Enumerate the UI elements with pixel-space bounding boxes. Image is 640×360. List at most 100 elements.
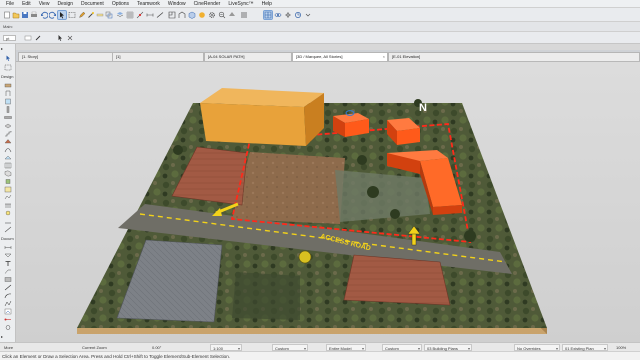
arc-tool-icon[interactable] bbox=[4, 292, 12, 299]
more-label: ▸ bbox=[1, 334, 4, 339]
pencil-icon[interactable] bbox=[78, 11, 86, 19]
redo-icon[interactable] bbox=[49, 11, 57, 19]
shell-tool-icon[interactable] bbox=[4, 146, 12, 153]
zoom-field[interactable]: Current Zoom bbox=[80, 344, 107, 351]
3d-viewport[interactable]: ACCESS ROAD N bbox=[16, 62, 640, 342]
object-tool-icon[interactable] bbox=[4, 178, 12, 185]
snap-icon[interactable] bbox=[136, 11, 144, 19]
tab-elevation[interactable]: [E-01 Elevation] bbox=[388, 52, 640, 61]
stair2-tool-icon[interactable] bbox=[4, 226, 12, 233]
more-button[interactable]: More bbox=[2, 344, 16, 351]
magic-wand-icon[interactable] bbox=[87, 11, 95, 19]
render-icon[interactable] bbox=[198, 11, 206, 19]
window-tool-icon[interactable] bbox=[4, 98, 12, 105]
grid-snap-icon[interactable] bbox=[263, 10, 273, 20]
save-icon[interactable] bbox=[21, 11, 29, 19]
tab-solar-path[interactable]: [A-04 SOLAR PATH] bbox=[204, 52, 292, 61]
scale-dropdown[interactable]: 1:100 bbox=[210, 344, 242, 352]
grid-icon[interactable] bbox=[126, 11, 134, 19]
label-tool-icon[interactable] bbox=[4, 268, 12, 275]
explore-icon[interactable] bbox=[284, 11, 292, 19]
menu-cinerender[interactable]: CineRender bbox=[190, 0, 225, 8]
menu-teamwork[interactable]: Teamwork bbox=[133, 0, 164, 8]
dimension-tool-icon[interactable] bbox=[4, 244, 12, 251]
menu-design[interactable]: Design bbox=[53, 0, 77, 8]
measure-icon[interactable] bbox=[96, 11, 104, 19]
pen-set-icon[interactable] bbox=[240, 11, 248, 19]
undo-icon[interactable] bbox=[40, 11, 48, 19]
wall-tool-icon[interactable] bbox=[4, 82, 12, 89]
menu-edit[interactable]: Edit bbox=[18, 0, 35, 8]
text-tool-icon[interactable] bbox=[4, 260, 12, 267]
trace-icon[interactable] bbox=[105, 11, 113, 19]
3d-window-icon[interactable] bbox=[188, 11, 196, 19]
section-icon[interactable] bbox=[178, 11, 186, 19]
column-tool-icon[interactable] bbox=[4, 106, 12, 113]
slab-tool-icon[interactable] bbox=[4, 122, 12, 129]
pen-set-dropdown[interactable]: Custom bbox=[382, 344, 422, 352]
fill-tool-icon[interactable] bbox=[4, 276, 12, 283]
marquee-select-tool-icon[interactable] bbox=[4, 64, 12, 71]
pen-color-icon[interactable] bbox=[34, 34, 42, 42]
menu-window[interactable]: Window bbox=[164, 0, 190, 8]
curtain-wall-tool-icon[interactable] bbox=[4, 162, 12, 169]
graphic-override-dropdown[interactable]: No Overrides bbox=[514, 344, 560, 352]
skylight-tool-icon[interactable] bbox=[4, 154, 12, 161]
roof-tool-icon[interactable] bbox=[4, 138, 12, 145]
morph-tool-icon[interactable] bbox=[4, 170, 12, 177]
section-tool-icon[interactable] bbox=[4, 316, 12, 323]
mesh-tool-icon[interactable] bbox=[4, 194, 12, 201]
fill-icon[interactable] bbox=[228, 11, 236, 19]
menu-options[interactable]: Options bbox=[108, 0, 133, 8]
layer-dropdown-icon[interactable] bbox=[24, 34, 32, 42]
lamp-tool-icon[interactable] bbox=[4, 210, 12, 217]
proposed-building-small bbox=[333, 113, 369, 137]
print-icon[interactable] bbox=[30, 11, 38, 19]
level-dimension-tool-icon[interactable] bbox=[4, 252, 12, 259]
menu-file[interactable]: File bbox=[2, 0, 18, 8]
orbit-icon[interactable] bbox=[274, 11, 282, 19]
line-tool-icon[interactable] bbox=[4, 284, 12, 291]
angle-field[interactable]: 0.00° bbox=[150, 344, 161, 351]
railing-tool-icon[interactable] bbox=[4, 202, 12, 209]
site-model-3d[interactable]: ACCESS ROAD N bbox=[16, 62, 640, 342]
menu-livesync-[interactable]: LiveSync™ bbox=[224, 0, 257, 8]
dimension-icon[interactable] bbox=[146, 11, 154, 19]
layer-combination-dropdown[interactable]: Custom bbox=[272, 344, 308, 352]
model-view-options-dropdown[interactable]: 03 Building Plans bbox=[424, 344, 472, 352]
menu-document[interactable]: Document bbox=[77, 0, 108, 8]
settings-icon[interactable] bbox=[208, 11, 216, 19]
elevation-tool-icon[interactable] bbox=[4, 324, 12, 331]
select-arrow-tool-icon[interactable] bbox=[4, 55, 12, 62]
beam-tool-icon[interactable] bbox=[4, 114, 12, 121]
zone-tool-icon[interactable] bbox=[4, 186, 12, 193]
fit-window-icon[interactable] bbox=[294, 11, 302, 19]
door-tool-icon[interactable] bbox=[4, 90, 12, 97]
polyline-tool-icon[interactable] bbox=[4, 300, 12, 307]
close-tab-icon[interactable]: × bbox=[383, 53, 385, 61]
info-box-field[interactable]: pt bbox=[3, 35, 17, 41]
marquee-tool-icon[interactable] bbox=[68, 11, 76, 19]
drawing-tool-icon[interactable] bbox=[4, 308, 12, 315]
more-options-icon[interactable] bbox=[304, 11, 312, 19]
menu-help[interactable]: Help bbox=[258, 0, 276, 8]
tab-1[interactable]: [1] bbox=[112, 52, 204, 61]
open-folder-icon[interactable] bbox=[12, 11, 20, 19]
info-box-bar: pt bbox=[0, 32, 640, 44]
arrow-cursor-icon[interactable] bbox=[56, 34, 64, 42]
tab-story[interactable]: [1. Story] bbox=[18, 52, 118, 61]
railing2-tool-icon[interactable] bbox=[4, 218, 12, 225]
site-slab-front-face bbox=[77, 328, 547, 334]
zoom-out-icon[interactable] bbox=[218, 11, 226, 19]
renovation-filter-dropdown[interactable]: 01 Existing Plan bbox=[562, 344, 608, 352]
model-view-dropdown[interactable]: Entire Model bbox=[326, 344, 366, 352]
new-file-icon[interactable] bbox=[3, 11, 11, 19]
tab-3d-marquee[interactable]: [3D / Marquee, All Stories] × bbox=[292, 52, 388, 61]
arrow-tool-icon[interactable] bbox=[57, 10, 67, 20]
cross-icon[interactable] bbox=[66, 34, 74, 42]
stair-tool-icon[interactable] bbox=[4, 130, 12, 137]
floor-plan-icon[interactable] bbox=[168, 11, 176, 19]
line-icon[interactable] bbox=[156, 11, 164, 19]
layers-icon[interactable] bbox=[116, 11, 124, 19]
menu-view[interactable]: View bbox=[35, 0, 54, 8]
